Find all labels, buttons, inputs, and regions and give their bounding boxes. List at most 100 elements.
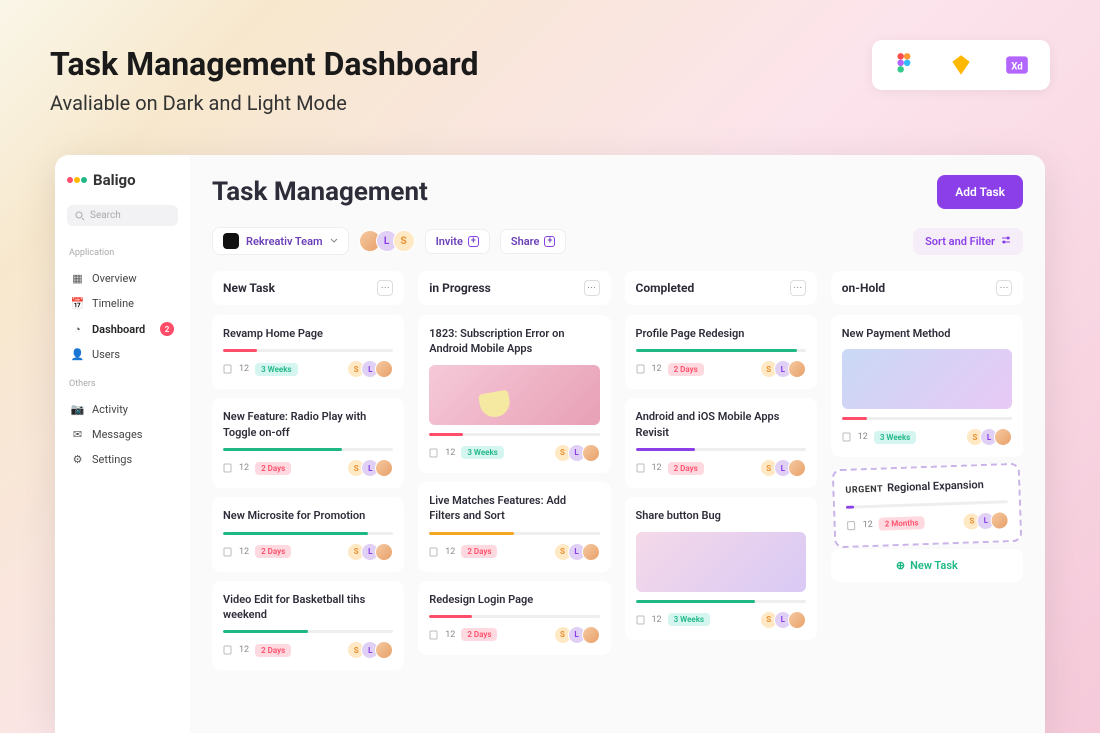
column-header: New Task⋯	[212, 271, 404, 305]
card-title: URGENTRegional Expansion	[845, 477, 1008, 498]
nav-label: Overview	[92, 272, 137, 285]
progress-bar	[223, 630, 393, 633]
card-footer: 122 DaysSL	[223, 641, 393, 659]
xd-icon: Xd	[1004, 52, 1030, 78]
attachment-icon	[846, 520, 856, 530]
card-title: 1823: Subscription Error on Android Mobi…	[429, 326, 599, 357]
task-card[interactable]: Live Matches Features: Add Filters and S…	[418, 482, 610, 572]
progress-bar	[636, 349, 806, 352]
badge: 2	[160, 322, 174, 336]
nav-icon: 📷	[71, 403, 84, 416]
task-card[interactable]: New Payment Method123 WeeksSL	[831, 315, 1023, 457]
card-footer: 122 DaysSL	[636, 459, 806, 477]
figma-icon	[892, 52, 918, 78]
progress-bar	[429, 615, 599, 618]
sidebar-item-settings[interactable]: ⚙Settings	[67, 447, 178, 472]
task-card[interactable]: New Feature: Radio Play with Toggle on-o…	[212, 398, 404, 488]
sidebar-item-overview[interactable]: ▦Overview	[67, 266, 178, 291]
assignee-avatars[interactable]: SL	[962, 511, 1009, 531]
assignee-avatars[interactable]: SL	[760, 611, 806, 629]
attachment-count: 12	[858, 432, 868, 442]
chevron-down-icon	[330, 237, 338, 245]
task-card[interactable]: Profile Page Redesign122 DaysSL	[625, 315, 817, 389]
task-card[interactable]: URGENTRegional Expansion 122 MonthsSL	[831, 463, 1022, 548]
share-button[interactable]: Share+	[500, 229, 567, 254]
column-menu-button[interactable]: ⋯	[377, 280, 393, 296]
main-content: Task Management Add Task Rekreativ Team …	[190, 155, 1045, 733]
progress-bar	[223, 448, 393, 451]
assignee-avatars[interactable]: SL	[760, 459, 806, 477]
column-new-task: New Task⋯ Revamp Home Page123 WeeksSL New …	[212, 271, 404, 679]
duration-badge: 3 Weeks	[668, 613, 710, 626]
card-footer: 123 WeeksSL	[223, 360, 393, 378]
progress-bar	[842, 417, 1012, 420]
team-avatars[interactable]: L S	[359, 230, 415, 252]
task-card[interactable]: New Microsite for Promotion122 DaysSL	[212, 497, 404, 571]
column-menu-button[interactable]: ⋯	[584, 280, 600, 296]
duration-badge: 2 Days	[668, 363, 704, 376]
assignee-avatars[interactable]: SL	[347, 459, 393, 477]
task-card[interactable]: Android and iOS Mobile Apps Revisit 122 D…	[625, 398, 817, 488]
attachment-count: 12	[239, 463, 249, 473]
assignee-avatars[interactable]: SL	[347, 360, 393, 378]
attachment-count: 12	[445, 547, 455, 557]
progress-bar	[223, 532, 393, 535]
card-title: Android and iOS Mobile Apps Revisit	[636, 409, 806, 440]
sort-filter-button[interactable]: Sort and Filter	[913, 228, 1023, 255]
sidebar-item-activity[interactable]: 📷Activity	[67, 397, 178, 422]
assignee-avatars[interactable]: SL	[554, 626, 600, 644]
sidebar-item-messages[interactable]: ✉Messages	[67, 422, 178, 447]
task-card[interactable]: Video Edit for Basketball tihs weekend12…	[212, 581, 404, 671]
add-task-button[interactable]: Add Task	[937, 175, 1023, 209]
duration-badge: 2 Days	[461, 628, 497, 641]
attachment-icon	[223, 364, 233, 374]
assignee-avatars[interactable]: SL	[760, 360, 806, 378]
assignee-avatars[interactable]: SL	[966, 428, 1012, 446]
invite-button[interactable]: Invite+	[425, 229, 490, 254]
task-card[interactable]: Redesign Login Page122 DaysSL	[418, 581, 610, 655]
task-card[interactable]: Revamp Home Page123 WeeksSL	[212, 315, 404, 389]
card-thumbnail	[429, 365, 599, 425]
sidebar-section-others: Others	[67, 379, 178, 389]
column-on-hold: on-Hold⋯New Payment Method123 WeeksSLURG…	[831, 271, 1023, 679]
team-selector[interactable]: Rekreativ Team	[212, 227, 349, 255]
search-input[interactable]: Search	[67, 205, 178, 226]
app-window: Baligo Search Application ▦Overview📅Time…	[55, 155, 1045, 733]
assignee-avatars[interactable]: SL	[347, 641, 393, 659]
page-title: Task Management	[212, 177, 428, 207]
assignee-avatars[interactable]: SL	[554, 543, 600, 561]
column-in-progress: in Progress⋯1823: Subscription Error on …	[418, 271, 610, 679]
column-title: on-Hold	[842, 281, 885, 295]
card-footer: 122 MonthsSL	[846, 511, 1009, 535]
nav-label: Timeline	[92, 297, 134, 310]
attachment-icon	[223, 547, 233, 557]
attachment-count: 12	[239, 547, 249, 557]
column-title: Completed	[636, 281, 695, 295]
column-completed: Completed⋯Profile Page Redesign122 DaysS…	[625, 271, 817, 679]
duration-badge: 3 Weeks	[461, 446, 503, 459]
search-icon	[75, 211, 85, 221]
nav-icon: ◔	[71, 323, 84, 336]
sidebar-item-dashboard[interactable]: ◔ Dashboard 2	[67, 316, 178, 342]
progress-bar	[223, 349, 393, 352]
column-header: on-Hold ⋯	[831, 271, 1023, 305]
column-menu-button[interactable]: ⋯	[996, 280, 1012, 296]
new-task-button[interactable]: ⊕ New Task	[831, 549, 1023, 582]
card-footer: 123 WeeksSL	[429, 444, 599, 462]
duration-badge: 2 Days	[255, 462, 291, 475]
brand-logo[interactable]: Baligo	[67, 171, 178, 189]
progress-bar	[429, 433, 599, 436]
attachment-count: 12	[239, 645, 249, 655]
attachment-icon	[842, 432, 852, 442]
sidebar-item-users[interactable]: 👤Users	[67, 342, 178, 367]
task-card[interactable]: 1823: Subscription Error on Android Mobi…	[418, 315, 610, 473]
assignee-avatars[interactable]: SL	[347, 543, 393, 561]
column-menu-button[interactable]: ⋯	[790, 280, 806, 296]
sidebar-item-timeline[interactable]: 📅Timeline	[67, 291, 178, 316]
plus-icon: +	[544, 236, 555, 247]
task-card[interactable]: Share button Bug123 WeeksSL	[625, 497, 817, 639]
nav-label: Dashboard	[92, 323, 145, 336]
nav-icon: ⚙	[71, 453, 84, 466]
assignee-avatars[interactable]: SL	[554, 444, 600, 462]
attachment-icon	[223, 463, 233, 473]
